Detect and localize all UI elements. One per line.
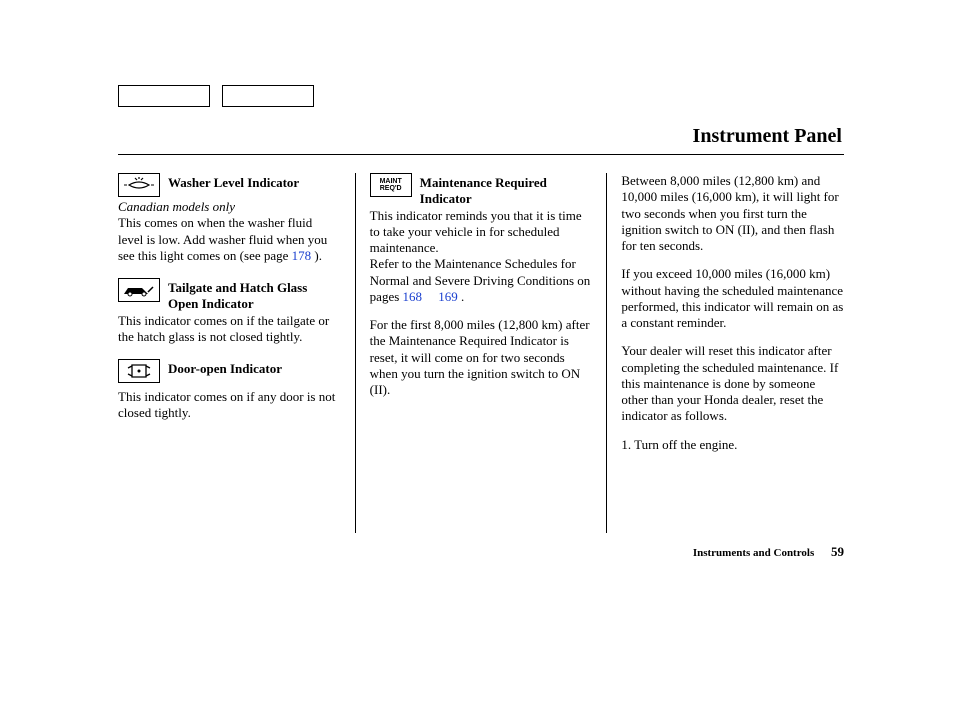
link-page-168[interactable]: 168 — [403, 289, 423, 304]
washer-level-block: Washer Level Indicator Canadian models o… — [118, 173, 341, 264]
top-button-row — [118, 85, 844, 107]
col3-p1: Between 8,000 miles (12,800 km) and 10,0… — [621, 173, 844, 254]
tailgate-title: Tailgate and Hatch Glass Open Indicator — [168, 278, 341, 313]
page-title: Instrument Panel — [118, 125, 844, 148]
column-3: Between 8,000 miles (12,800 km) and 10,0… — [606, 173, 844, 533]
maint-icon-line1: MAINT — [380, 178, 402, 185]
washer-body: This comes on when the washer fluid leve… — [118, 215, 341, 264]
door-open-icon — [118, 359, 160, 383]
washer-icon — [118, 173, 160, 197]
page: Instrument Panel Washer Level Indicator … — [0, 0, 954, 573]
column-1: Washer Level Indicator Canadian models o… — [118, 173, 355, 533]
washer-note: Canadian models only — [118, 199, 341, 215]
col3-p3: Your dealer will reset this indicator af… — [621, 343, 844, 424]
maint-icon-line2: REQ'D — [380, 185, 402, 192]
door-open-title: Door-open Indicator — [168, 359, 282, 377]
footer-section: Instruments and Controls — [693, 547, 814, 559]
horizontal-rule — [118, 154, 844, 155]
columns: Washer Level Indicator Canadian models o… — [118, 173, 844, 533]
nav-box-2[interactable] — [222, 85, 314, 107]
maint-body-e: For the first 8,000 miles (12,800 km) af… — [370, 317, 593, 398]
maint-body-refer: Refer to the Maintenance Schedules for N… — [370, 256, 593, 305]
col3-p2: If you exceed 10,000 miles (16,000 km) w… — [621, 266, 844, 331]
door-open-block: Door-open Indicator This indicator comes… — [118, 359, 341, 422]
link-page-178[interactable]: 178 — [292, 248, 312, 263]
maint-block: MAINT REQ'D Maintenance Required Indicat… — [370, 173, 593, 398]
maint-body-d: . — [458, 289, 465, 304]
link-page-169[interactable]: 169 — [438, 289, 458, 304]
nav-box-1[interactable] — [118, 85, 210, 107]
tailgate-body: This indicator comes on if the tailgate … — [118, 313, 341, 346]
washer-title: Washer Level Indicator — [168, 173, 299, 191]
maint-body-a: This indicator reminds you that it is ti… — [370, 208, 593, 257]
footer-page-number: 59 — [831, 544, 844, 559]
tailgate-icon — [118, 278, 160, 302]
col3-p4: 1. Turn off the engine. — [621, 437, 844, 453]
maint-reqd-icon: MAINT REQ'D — [370, 173, 412, 197]
footer: Instruments and Controls 59 — [693, 544, 844, 560]
tailgate-block: Tailgate and Hatch Glass Open Indicator … — [118, 278, 341, 345]
column-2: MAINT REQ'D Maintenance Required Indicat… — [355, 173, 607, 533]
washer-body-b: ). — [311, 248, 322, 263]
maint-title: Maintenance Required Indicator — [420, 173, 593, 208]
door-open-body: This indicator comes on if any door is n… — [118, 389, 341, 422]
maint-body-c — [422, 289, 438, 304]
